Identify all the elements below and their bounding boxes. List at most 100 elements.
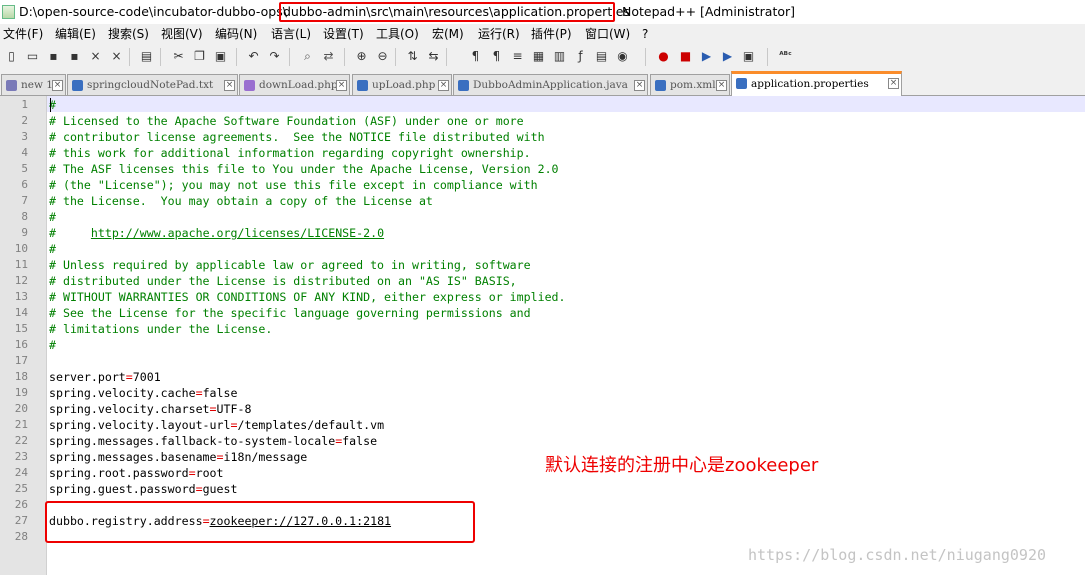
menu-item-1[interactable]: 编辑(E)	[55, 24, 96, 44]
code-line[interactable]: # Unless required by applicable law or a…	[49, 257, 531, 273]
tab-pom-xml[interactable]: pom.xml ×	[650, 74, 730, 95]
code-line[interactable]: # The ASF licenses this file to You unde…	[49, 161, 559, 177]
code-line[interactable]: spring.root.password=root	[49, 465, 224, 481]
tab-close-icon[interactable]: ×	[716, 80, 727, 91]
tab-new-1[interactable]: new 1 ×	[1, 74, 66, 95]
redo-icon[interactable]: ↷	[266, 47, 283, 65]
toolbar-separator	[236, 48, 237, 66]
word-wrap-icon[interactable]: ¶	[467, 47, 484, 65]
play-macro-icon[interactable]: ▶	[698, 47, 715, 65]
tab-label: upLoad.php	[372, 79, 436, 91]
menu-item-3[interactable]: 视图(V)	[161, 24, 203, 44]
menu-item-10[interactable]: 插件(P)	[531, 24, 572, 44]
tab-close-icon[interactable]: ×	[438, 80, 449, 91]
spell-check-icon[interactable]: ᴬᴮᶜ	[777, 47, 794, 65]
menu-item-2[interactable]: 搜索(S)	[108, 24, 149, 44]
line-number: 27	[14, 514, 28, 527]
license-link[interactable]: http://www.apache.org/licenses/LICENSE-2…	[91, 226, 384, 240]
tab-application-properties[interactable]: application.properties ×	[731, 71, 902, 96]
menu-item-11[interactable]: 窗口(W)	[585, 24, 630, 44]
menu-item-6[interactable]: 设置(T)	[323, 24, 364, 44]
paste-icon[interactable]: ▣	[212, 47, 229, 65]
menu-item-5[interactable]: 语言(L)	[271, 24, 311, 44]
code-line[interactable]: # the License. You may obtain a copy of …	[49, 193, 433, 209]
sync-horizontal-icon[interactable]: ⇆	[425, 47, 442, 65]
code-line[interactable]: # this work for additional information r…	[49, 145, 531, 161]
menu-item-8[interactable]: 宏(M)	[432, 24, 464, 44]
tab-close-icon[interactable]: ×	[336, 80, 347, 91]
run-macro-multiple-icon[interactable]: ▶	[719, 47, 736, 65]
close-icon[interactable]: ×	[87, 47, 104, 65]
code-line[interactable]: spring.messages.basename=i18n/message	[49, 449, 307, 465]
tab-springcloudnotepad-txt[interactable]: springcloudNotePad.txt ×	[67, 74, 238, 95]
code-line[interactable]: # WITHOUT WARRANTIES OR CONDITIONS OF AN…	[49, 289, 566, 305]
line-number: 23	[14, 450, 28, 463]
copy-icon[interactable]: ❐	[191, 47, 208, 65]
code-line[interactable]: #	[49, 337, 56, 353]
line-number: 21	[14, 418, 28, 431]
tab-label: downLoad.php	[259, 79, 338, 91]
save-icon[interactable]: ▪	[45, 47, 62, 65]
code-line[interactable]: spring.messages.fallback-to-system-local…	[49, 433, 377, 449]
code-line[interactable]: spring.guest.password=guest	[49, 481, 237, 497]
save-macro-icon[interactable]: ▣	[740, 47, 757, 65]
code-line[interactable]: spring.velocity.charset=UTF-8	[49, 401, 251, 417]
tab-dubboadminapplication-java[interactable]: DubboAdminApplication.java ×	[453, 74, 648, 95]
sync-vertical-icon[interactable]: ⇅	[404, 47, 421, 65]
tab-download-php[interactable]: downLoad.php ×	[239, 74, 350, 95]
tab-bar: new 1 × springcloudNotePad.txt × downLoad.ph…	[0, 70, 1085, 96]
open-file-icon[interactable]: ▭	[24, 47, 41, 65]
indent-guide-icon[interactable]: ≡	[509, 47, 526, 65]
monitoring-icon[interactable]: ◉	[614, 47, 631, 65]
replace-icon[interactable]: ⇄	[320, 47, 337, 65]
undo-icon[interactable]: ↶	[245, 47, 262, 65]
code-line[interactable]: #	[49, 241, 56, 257]
code-line[interactable]: # (the "License"); you may not use this …	[49, 177, 538, 193]
code-line[interactable]: # distributed under the License is distr…	[49, 273, 517, 289]
function-list-icon[interactable]: ƒ	[572, 47, 589, 65]
code-line[interactable]: # limitations under the License.	[49, 321, 272, 337]
code-line[interactable]: # Licensed to the Apache Software Founda…	[49, 113, 524, 129]
doc-map-icon[interactable]: ▥	[551, 47, 568, 65]
tab-close-icon[interactable]: ×	[634, 80, 645, 91]
code-line[interactable]: server.port=7001	[49, 369, 161, 385]
save-all-icon[interactable]: ▪	[66, 47, 83, 65]
cut-icon[interactable]: ✂	[170, 47, 187, 65]
tab-upload-php[interactable]: upLoad.php ×	[352, 74, 452, 95]
tab-close-icon[interactable]: ×	[888, 78, 899, 89]
zoom-in-icon[interactable]: ⊕	[353, 47, 370, 65]
toolbar-separator	[395, 48, 396, 66]
close-all-icon[interactable]: ×	[108, 47, 125, 65]
line-number-gutter: 1 2 3 4 5 6 7 8 9 10 11 12 13 14 15 16 17 18 19 20 21 22 23 24 2…	[0, 96, 47, 575]
zoom-out-icon[interactable]: ⊖	[374, 47, 391, 65]
record-macro-icon[interactable]: ●	[655, 47, 672, 65]
menu-item-7[interactable]: 工具(O)	[376, 24, 419, 44]
tab-close-icon[interactable]: ×	[52, 80, 63, 91]
line-number: 19	[14, 386, 28, 399]
code-line[interactable]: # contributor license agreements. See th…	[49, 129, 545, 145]
line-number: 4	[21, 146, 28, 159]
show-all-chars-icon[interactable]: ¶	[488, 47, 505, 65]
new-file-icon[interactable]: ▯	[3, 47, 20, 65]
toolbar-separator	[289, 48, 290, 66]
tab-close-icon[interactable]: ×	[224, 80, 235, 91]
code-line[interactable]: # See the License for the specific langu…	[49, 305, 531, 321]
code-line[interactable]: #	[49, 209, 56, 225]
toolbar-separator	[645, 48, 646, 66]
code-line[interactable]: spring.velocity.cache=false	[49, 385, 237, 401]
folder-workspace-icon[interactable]: ▤	[593, 47, 610, 65]
title-highlight-box	[279, 2, 615, 22]
stop-record-icon[interactable]: ■	[677, 47, 694, 65]
code-line[interactable]: # http://www.apache.org/licenses/LICENSE…	[49, 225, 384, 241]
menu-item-0[interactable]: 文件(F)	[3, 24, 43, 44]
line-number: 9	[21, 226, 28, 239]
user-language-icon[interactable]: ▦	[530, 47, 547, 65]
menu-item-9[interactable]: 运行(R)	[478, 24, 520, 44]
menu-item-12[interactable]: ?	[642, 24, 648, 44]
find-icon[interactable]: ⌕	[299, 47, 316, 65]
print-icon[interactable]: ▤	[138, 47, 155, 65]
menu-item-4[interactable]: 编码(N)	[215, 24, 257, 44]
toolbar-separator	[160, 48, 161, 66]
toolbar-separator	[446, 48, 447, 66]
code-line[interactable]: spring.velocity.layout-url=/templates/de…	[49, 417, 384, 433]
